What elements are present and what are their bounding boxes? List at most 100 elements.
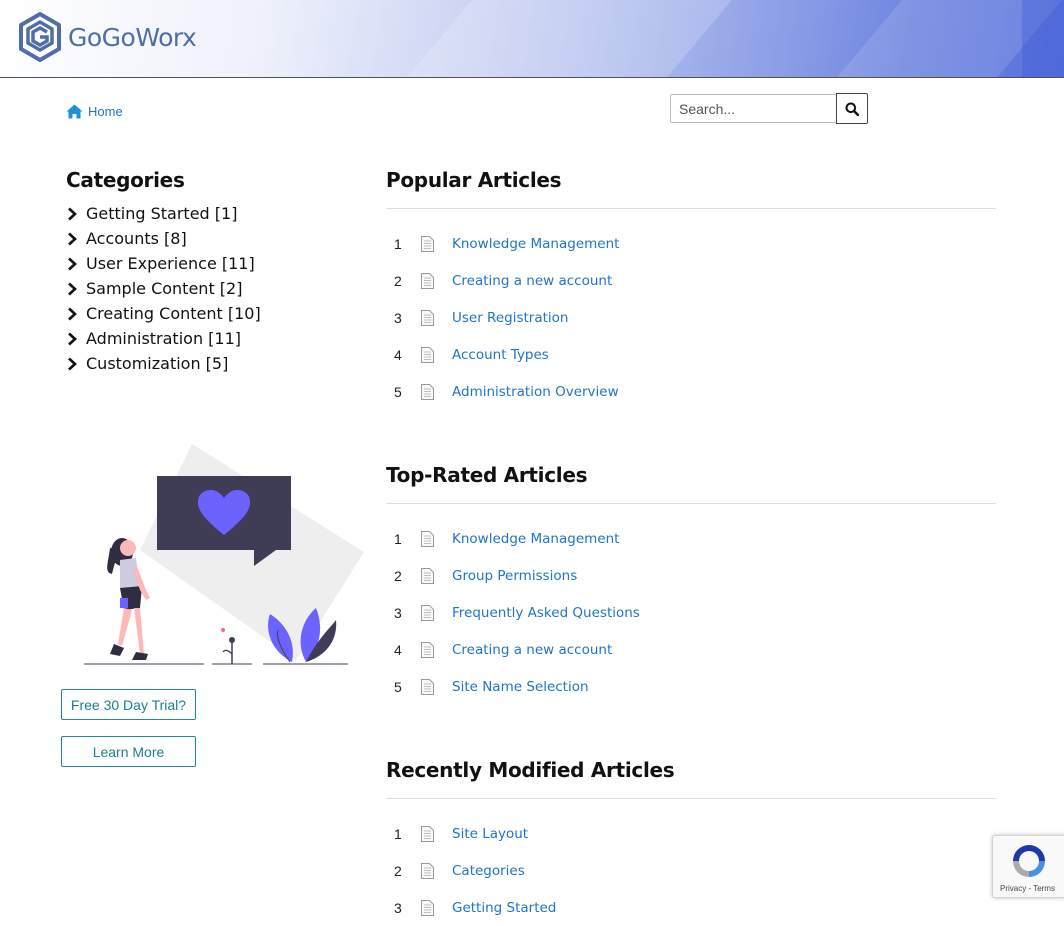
- category-item[interactable]: Customization [5]: [66, 351, 261, 376]
- category-item[interactable]: Getting Started [1]: [66, 201, 261, 226]
- section-divider: [386, 208, 996, 209]
- chevron-right-icon: [68, 232, 77, 245]
- article-link[interactable]: Knowledge Management: [452, 531, 619, 547]
- popular-articles-section: Popular Articles 1 Knowledge Management …: [386, 168, 996, 410]
- search-form: [670, 93, 868, 124]
- article-item: 1 Knowledge Management: [386, 225, 996, 262]
- article-item: 5 Administration Overview: [386, 373, 996, 410]
- article-rank: 3: [394, 899, 402, 916]
- document-icon: [421, 530, 434, 547]
- header-decoration: [1022, 0, 1064, 77]
- article-rank: 2: [394, 567, 402, 584]
- article-item: 5 Site Name Selection: [386, 668, 996, 705]
- article-link[interactable]: Getting Started: [452, 900, 556, 916]
- article-list: 1 Knowledge Management 2 Group Permissio…: [386, 520, 996, 705]
- search-icon: [845, 102, 859, 116]
- article-list: 1 Knowledge Management 2 Creating a new …: [386, 225, 996, 410]
- article-item: 4 Account Types: [386, 336, 996, 373]
- article-link[interactable]: Group Permissions: [452, 568, 577, 584]
- document-icon: [421, 678, 434, 695]
- document-icon: [421, 309, 434, 326]
- document-icon: [421, 862, 434, 879]
- document-icon: [421, 383, 434, 400]
- chevron-right-icon: [68, 357, 77, 370]
- article-link[interactable]: Creating a new account: [452, 273, 612, 289]
- logo-hexagon-icon: [19, 12, 61, 62]
- article-item: 4 Creating a new account: [386, 631, 996, 668]
- document-icon: [421, 346, 434, 363]
- learn-more-button[interactable]: Learn More: [61, 736, 196, 767]
- article-rank: 3: [394, 604, 402, 621]
- chevron-right-icon: [68, 207, 77, 220]
- section-title: Top-Rated Articles: [386, 463, 588, 487]
- article-link[interactable]: Site Layout: [452, 826, 528, 842]
- article-rank: 1: [394, 235, 402, 252]
- article-item: 3 Frequently Asked Questions: [386, 594, 996, 631]
- recaptcha-logo-icon: [1013, 845, 1045, 877]
- document-icon: [421, 604, 434, 621]
- article-rank: 5: [394, 383, 402, 400]
- article-list: 1 Site Layout 2 Categories 3 Getting Sta…: [386, 815, 996, 926]
- site-header: GoGoWorx: [0, 0, 1064, 78]
- article-item: 3 User Registration: [386, 299, 996, 336]
- home-icon[interactable]: [66, 104, 83, 119]
- love-message-illustration: [84, 444, 364, 665]
- section-divider: [386, 798, 996, 799]
- chevron-right-icon: [68, 307, 77, 320]
- recaptcha-terms[interactable]: Privacy - Terms: [1000, 884, 1055, 893]
- document-icon: [421, 825, 434, 842]
- logo-text: GoGoWorx: [68, 22, 197, 52]
- article-rank: 2: [394, 272, 402, 289]
- article-link[interactable]: Site Name Selection: [452, 679, 589, 695]
- header-decoration: [371, 0, 749, 77]
- article-item: 1 Knowledge Management: [386, 520, 996, 557]
- article-rank: 1: [394, 825, 402, 842]
- category-label: User Experience [11]: [86, 254, 255, 273]
- article-rank: 5: [394, 678, 402, 695]
- recaptcha-badge[interactable]: Privacy - Terms: [992, 835, 1064, 898]
- document-icon: [421, 272, 434, 289]
- article-link[interactable]: User Registration: [452, 310, 568, 326]
- category-label: Sample Content [2]: [86, 279, 243, 298]
- category-item[interactable]: User Experience [11]: [66, 251, 261, 276]
- article-rank: 4: [394, 346, 402, 363]
- section-title: Recently Modified Articles: [386, 758, 675, 782]
- category-item[interactable]: Creating Content [10]: [66, 301, 261, 326]
- article-item: 2 Creating a new account: [386, 262, 996, 299]
- article-link[interactable]: Account Types: [452, 347, 549, 363]
- chevron-right-icon: [68, 257, 77, 270]
- document-icon: [421, 567, 434, 584]
- breadcrumb-home-link[interactable]: Home: [88, 105, 123, 119]
- category-item[interactable]: Sample Content [2]: [66, 276, 261, 301]
- article-rank: 2: [394, 862, 402, 879]
- article-link[interactable]: Categories: [452, 863, 525, 879]
- article-item: 3 Getting Started: [386, 889, 996, 926]
- recently-modified-articles-section: Recently Modified Articles 1 Site Layout…: [386, 758, 996, 926]
- document-icon: [421, 899, 434, 916]
- free-trial-button[interactable]: Free 30 Day Trial?: [61, 689, 196, 720]
- article-item: 2 Group Permissions: [386, 557, 996, 594]
- document-icon: [421, 235, 434, 252]
- article-item: 1 Site Layout: [386, 815, 996, 852]
- article-rank: 4: [394, 641, 402, 658]
- article-item: 2 Categories: [386, 852, 996, 889]
- category-item[interactable]: Accounts [8]: [66, 226, 261, 251]
- article-link[interactable]: Creating a new account: [452, 642, 612, 658]
- search-button[interactable]: [836, 93, 868, 124]
- article-link[interactable]: Knowledge Management: [452, 236, 619, 252]
- chevron-right-icon: [68, 282, 77, 295]
- category-label: Administration [11]: [86, 329, 242, 348]
- category-label: Customization [5]: [86, 354, 229, 373]
- categories-title: Categories: [66, 168, 185, 192]
- categories-list: Getting Started [1] Accounts [8] User Ex…: [66, 201, 261, 376]
- section-title: Popular Articles: [386, 168, 562, 192]
- section-divider: [386, 503, 996, 504]
- search-input[interactable]: [670, 94, 836, 123]
- category-label: Getting Started [1]: [86, 204, 238, 223]
- site-logo[interactable]: GoGoWorx: [18, 12, 197, 62]
- category-item[interactable]: Administration [11]: [66, 326, 261, 351]
- article-link[interactable]: Administration Overview: [452, 384, 619, 400]
- article-rank: 1: [394, 530, 402, 547]
- article-link[interactable]: Frequently Asked Questions: [452, 605, 640, 621]
- category-label: Creating Content [10]: [86, 304, 261, 323]
